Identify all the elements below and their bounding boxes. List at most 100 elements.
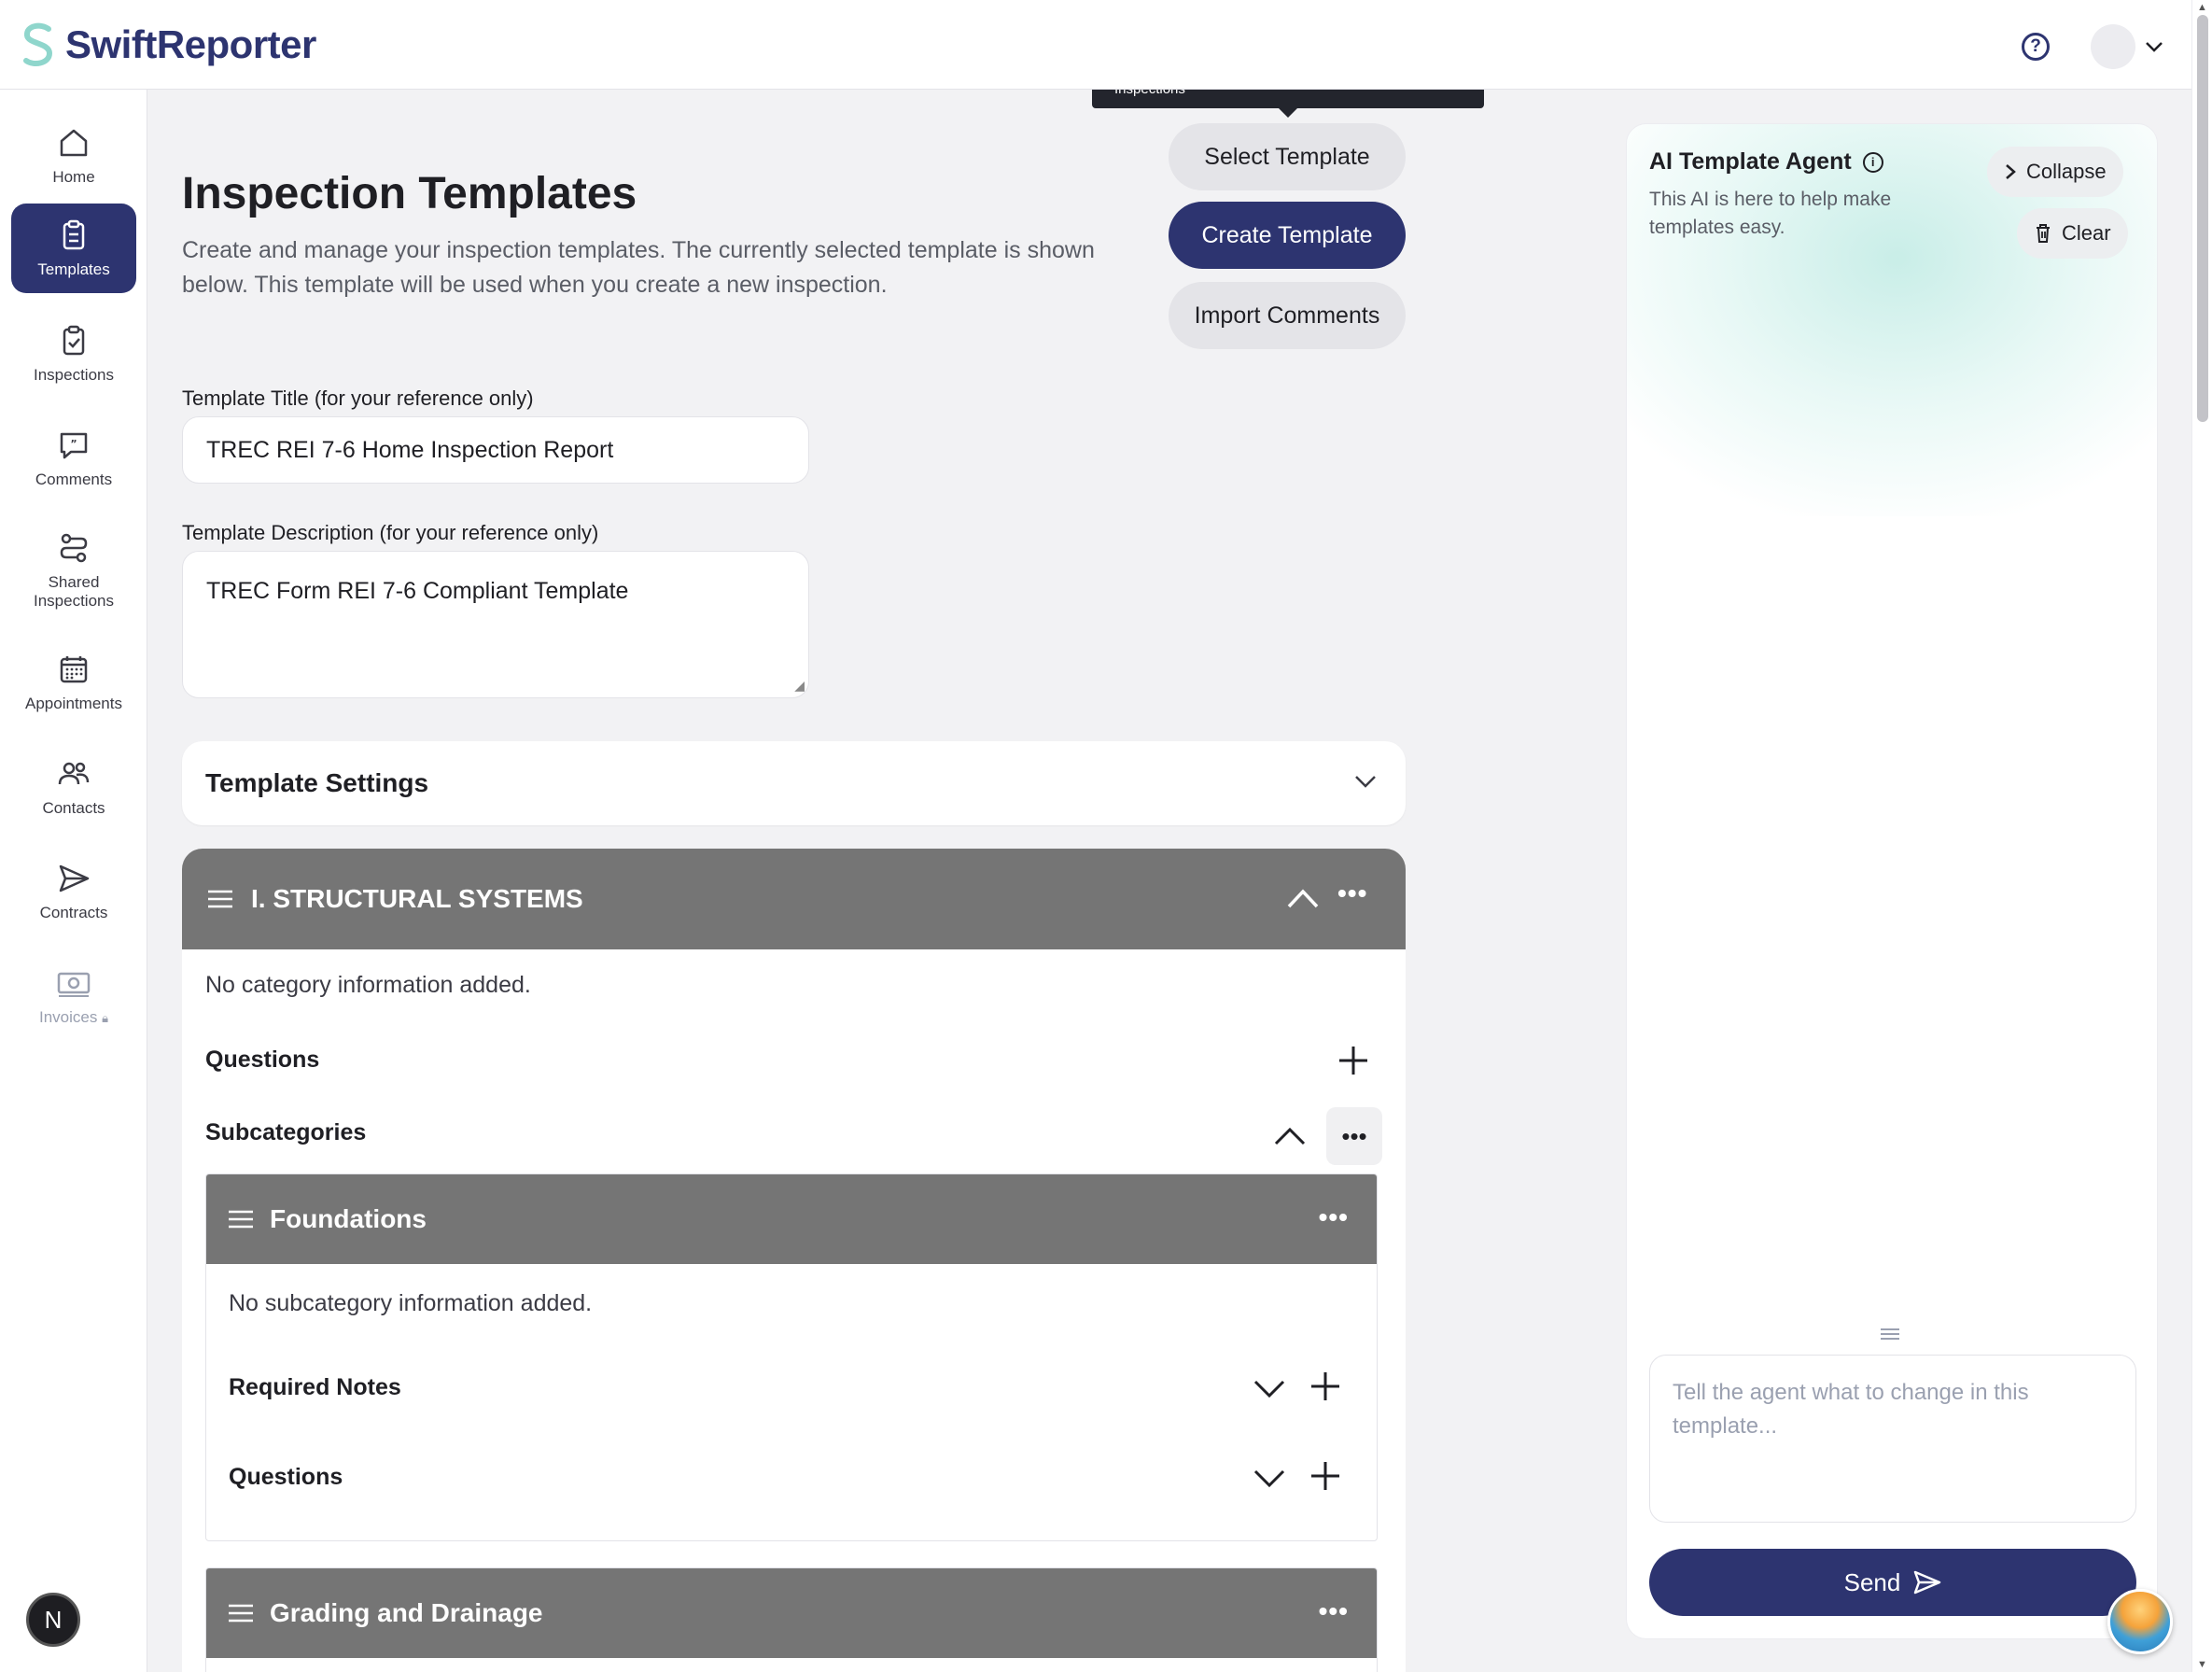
logo[interactable]: SwiftReporter [21, 21, 316, 68]
category-header[interactable]: I. STRUCTURAL SYSTEMS ••• [182, 849, 1406, 949]
collapse-label: Collapse [2026, 160, 2107, 183]
user-menu[interactable] [2091, 24, 2163, 69]
scrollbar[interactable]: ▲ ▼ [2191, 0, 2212, 1672]
sidebar-item-contracts[interactable]: Contracts [11, 848, 136, 935]
assistant-launcher-icon[interactable] [2107, 1589, 2173, 1654]
template-settings-toggle[interactable]: Template Settings [182, 741, 1406, 825]
chevron-down-icon[interactable] [1253, 1462, 1285, 1494]
scroll-up-icon[interactable]: ▲ [2197, 2, 2207, 13]
subcategory-empty-text: No subcategory information added. [229, 1290, 593, 1316]
sidebar-item-shared-inspections[interactable]: Shared Inspections [11, 519, 136, 622]
send-icon [1914, 1570, 1941, 1595]
resize-handle-icon[interactable]: ◢ [794, 678, 805, 694]
subcategory-card: Foundations ••• No subcategory informati… [205, 1173, 1378, 1541]
home-icon [60, 129, 88, 157]
send-button[interactable]: Send [1649, 1549, 2136, 1616]
category-card: I. STRUCTURAL SYSTEMS ••• No category in… [182, 849, 1406, 1672]
sidebar-item-templates[interactable]: Templates [11, 204, 136, 293]
agent-prompt-input[interactable]: Tell the agent what to change in this te… [1649, 1355, 2136, 1523]
subcategories-more-button[interactable]: ••• [1326, 1107, 1382, 1165]
sidebar-item-label: Shared [48, 573, 100, 591]
resize-handle-icon[interactable] [1881, 1328, 1899, 1340]
info-icon[interactable]: i [1862, 151, 1883, 173]
questions-label: Questions [205, 1047, 320, 1073]
collapse-button[interactable]: Collapse [1987, 147, 2123, 197]
subcategory-card: Grading and Drainage ••• [205, 1567, 1378, 1672]
sidebar-item-invoices[interactable]: Invoices 🔒︎ [11, 952, 136, 1040]
avatar[interactable] [2091, 24, 2135, 69]
agent-prompt-placeholder: Tell the agent what to change in this te… [1673, 1380, 2029, 1439]
clipboard-check-icon [63, 325, 85, 356]
sidebar-item-label: Contacts [42, 799, 105, 817]
template-title-input[interactable]: TREC REI 7-6 Home Inspection Report [182, 416, 809, 484]
subcategory-header[interactable]: Grading and Drainage ••• [206, 1568, 1377, 1658]
create-template-button[interactable]: Create Template [1169, 202, 1406, 269]
sidebar-item-home[interactable]: Home [11, 110, 136, 202]
template-title-label: Template Title (for your reference only) [182, 386, 534, 410]
sidebar-item-contacts[interactable]: Contacts [11, 743, 136, 831]
sidebar-item-inspections[interactable]: Inspections [11, 310, 136, 398]
dev-badge[interactable]: N [26, 1593, 80, 1647]
import-comments-button[interactable]: Import Comments [1169, 282, 1406, 349]
ai-title-text: AI Template Agent [1649, 148, 1852, 175]
more-options-icon[interactable]: ••• [1319, 1596, 1349, 1626]
chevron-down-icon [2146, 42, 2163, 52]
sidebar-item-comments[interactable]: ” Comments [11, 414, 136, 502]
sidebar-item-label: Appointments [25, 695, 122, 712]
category-empty-text: No category information added. [205, 972, 531, 998]
chevron-right-icon [2006, 164, 2016, 179]
ai-description: This AI is here to help make templates e… [1649, 189, 1892, 238]
money-icon [57, 972, 91, 997]
drag-handle-icon[interactable] [229, 1210, 253, 1229]
comment-icon: ” [60, 432, 88, 459]
sidebar-item-appointments[interactable]: Appointments [11, 639, 136, 726]
sidebar: Home Templates Inspections ” Comments Sh… [0, 90, 147, 1672]
select-template-button[interactable]: Select Template [1169, 123, 1406, 190]
template-settings-label: Template Settings [205, 768, 429, 797]
chevron-up-icon[interactable] [1287, 886, 1319, 912]
sidebar-item-label: Home [52, 168, 95, 186]
more-options-icon[interactable]: ••• [1337, 878, 1367, 908]
more-options-icon: ••• [1341, 1121, 1367, 1150]
clipboard-icon [63, 219, 85, 250]
sidebar-item-label: Inspections [34, 592, 114, 610]
chevron-up-icon[interactable] [1274, 1121, 1306, 1153]
required-notes-label: Required Notes [229, 1374, 401, 1400]
subcategory-title: Foundations [270, 1204, 427, 1233]
help-icon[interactable]: ? [2022, 33, 2050, 61]
sidebar-item-label: Comments [35, 471, 113, 488]
app-name: SwiftReporter [65, 21, 316, 66]
scroll-down-icon[interactable]: ▼ [2197, 1659, 2207, 1670]
route-icon [60, 533, 88, 563]
plus-icon[interactable] [1337, 1045, 1369, 1076]
trash-icon [2037, 224, 2050, 243]
plus-icon[interactable] [1309, 1370, 1341, 1402]
chevron-down-icon[interactable] [1253, 1372, 1285, 1404]
template-description-label: Template Description (for your reference… [182, 521, 599, 544]
drag-handle-icon[interactable] [208, 890, 232, 908]
top-bar: SwiftReporter ? [0, 0, 2191, 90]
sidebar-item-label: Inspections [34, 366, 114, 384]
users-icon [58, 762, 90, 785]
sidebar-item-label: Templates [37, 260, 110, 278]
svg-text:”: ” [70, 438, 77, 450]
subcategory-header[interactable]: Foundations ••• [206, 1174, 1377, 1264]
tooltip-text: Inspections [1114, 90, 1185, 97]
plus-icon[interactable] [1309, 1460, 1341, 1492]
more-options-icon[interactable]: ••• [1319, 1202, 1349, 1232]
ai-agent-panel: AI Template Agent i This AI is here to h… [1626, 123, 2158, 1639]
drag-handle-icon[interactable] [229, 1604, 253, 1623]
clear-button[interactable]: Clear [2017, 208, 2128, 259]
page-title: Inspection Templates [182, 169, 637, 218]
send-icon [59, 864, 90, 892]
subcategory-title: Grading and Drainage [270, 1598, 543, 1627]
template-title-value: TREC REI 7-6 Home Inspection Report [206, 436, 614, 463]
ai-panel-title: AI Template Agent i [1649, 148, 1883, 176]
swiftreporter-logo-icon [23, 22, 53, 66]
template-description-input[interactable]: TREC Form REI 7-6 Compliant Template ◢ [182, 551, 809, 698]
send-label: Send [1843, 1567, 1901, 1596]
category-title: I. STRUCTURAL SYSTEMS [251, 884, 583, 913]
scroll-thumb[interactable] [2197, 15, 2208, 422]
clear-label: Clear [2062, 221, 2111, 245]
sidebar-item-label: Invoices [38, 1007, 98, 1026]
